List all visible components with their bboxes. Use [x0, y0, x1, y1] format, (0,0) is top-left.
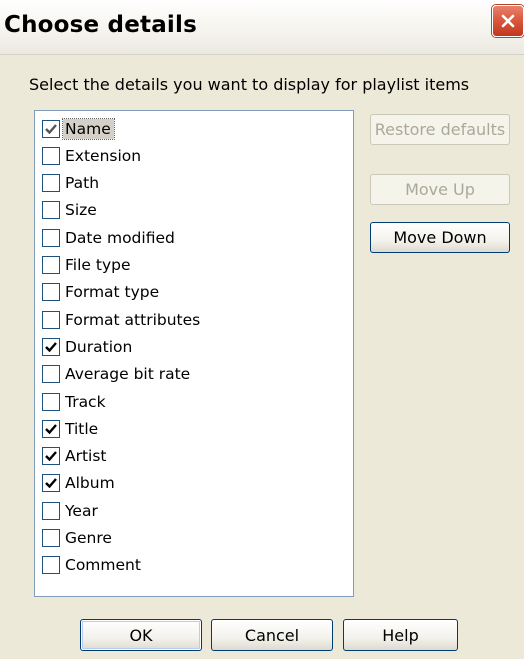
detail-checkbox[interactable] — [42, 419, 60, 438]
detail-label: Format type — [65, 283, 160, 302]
list-item[interactable]: Date modified — [42, 225, 178, 250]
checkmark-icon — [45, 123, 57, 134]
detail-checkbox[interactable] — [42, 474, 60, 493]
close-icon — [501, 14, 515, 28]
instruction-text: Select the details you want to display f… — [29, 75, 470, 94]
detail-label: Duration — [65, 337, 133, 356]
cancel-button[interactable]: Cancel — [211, 619, 333, 651]
close-button[interactable] — [492, 5, 524, 37]
detail-checkbox[interactable] — [42, 501, 60, 520]
detail-checkbox[interactable] — [42, 310, 60, 329]
choose-details-dialog: Choose details Select the details you wa… — [0, 0, 524, 659]
list-item[interactable]: Size — [42, 198, 100, 223]
detail-checkbox[interactable] — [42, 556, 60, 575]
detail-label: Comment — [65, 556, 141, 575]
list-item[interactable]: Extension — [42, 143, 144, 168]
detail-checkbox[interactable] — [42, 146, 60, 165]
detail-label: Format attributes — [65, 310, 201, 329]
dialog-title: Choose details — [4, 12, 197, 38]
list-item[interactable]: Album — [42, 471, 118, 496]
list-item[interactable]: Artist — [42, 444, 110, 469]
list-item[interactable]: Path — [42, 171, 102, 196]
detail-label: Artist — [65, 447, 107, 466]
list-item[interactable]: File type — [42, 253, 134, 278]
detail-label: Album — [65, 474, 115, 493]
detail-label: Size — [65, 201, 97, 220]
detail-label: Name — [62, 117, 115, 140]
list-item[interactable]: Year — [42, 498, 101, 523]
list-item[interactable]: Duration — [42, 334, 135, 359]
detail-label: Average bit rate — [65, 365, 191, 384]
detail-checkbox[interactable] — [42, 256, 60, 274]
list-item[interactable]: Track — [42, 389, 109, 414]
detail-label: Path — [65, 174, 100, 193]
detail-label: Genre — [65, 529, 112, 547]
detail-label: File type — [65, 256, 131, 274]
help-button[interactable]: Help — [343, 619, 458, 651]
detail-label: Title — [65, 419, 99, 438]
list-item[interactable]: Title — [42, 416, 101, 441]
move-up-button[interactable]: Move Up — [370, 174, 510, 205]
detail-label: Year — [65, 501, 98, 520]
list-item[interactable]: Comment — [42, 553, 144, 578]
detail-checkbox[interactable] — [42, 392, 60, 411]
list-item[interactable]: Name — [42, 116, 115, 141]
details-listbox[interactable]: Name Extension Path Size Date modified File t… — [34, 110, 354, 597]
title-bar[interactable]: Choose details — [0, 0, 524, 55]
detail-checkbox[interactable] — [42, 283, 60, 302]
detail-checkbox[interactable] — [42, 337, 60, 356]
move-down-button[interactable]: Move Down — [370, 222, 510, 253]
list-item[interactable]: Format type — [42, 280, 162, 305]
detail-checkbox[interactable] — [42, 174, 60, 193]
restore-defaults-button[interactable]: Restore defaults — [370, 114, 510, 145]
detail-checkbox[interactable] — [42, 529, 60, 547]
detail-checkbox[interactable] — [42, 447, 60, 466]
list-item[interactable]: Format attributes — [42, 307, 203, 332]
list-item[interactable]: Average bit rate — [42, 362, 193, 387]
checkmark-icon — [45, 342, 57, 353]
detail-checkbox[interactable] — [42, 365, 60, 384]
list-item[interactable]: Genre — [42, 526, 115, 551]
detail-label: Date modified — [65, 228, 175, 247]
checkmark-icon — [45, 478, 57, 489]
detail-checkbox[interactable] — [42, 228, 60, 247]
checkmark-icon — [45, 424, 57, 435]
detail-checkbox[interactable] — [42, 201, 60, 220]
detail-label: Extension — [65, 146, 142, 165]
detail-label: Track — [65, 392, 106, 411]
ok-button[interactable]: OK — [80, 619, 202, 651]
checkmark-icon — [45, 451, 57, 462]
detail-checkbox[interactable] — [42, 119, 60, 138]
